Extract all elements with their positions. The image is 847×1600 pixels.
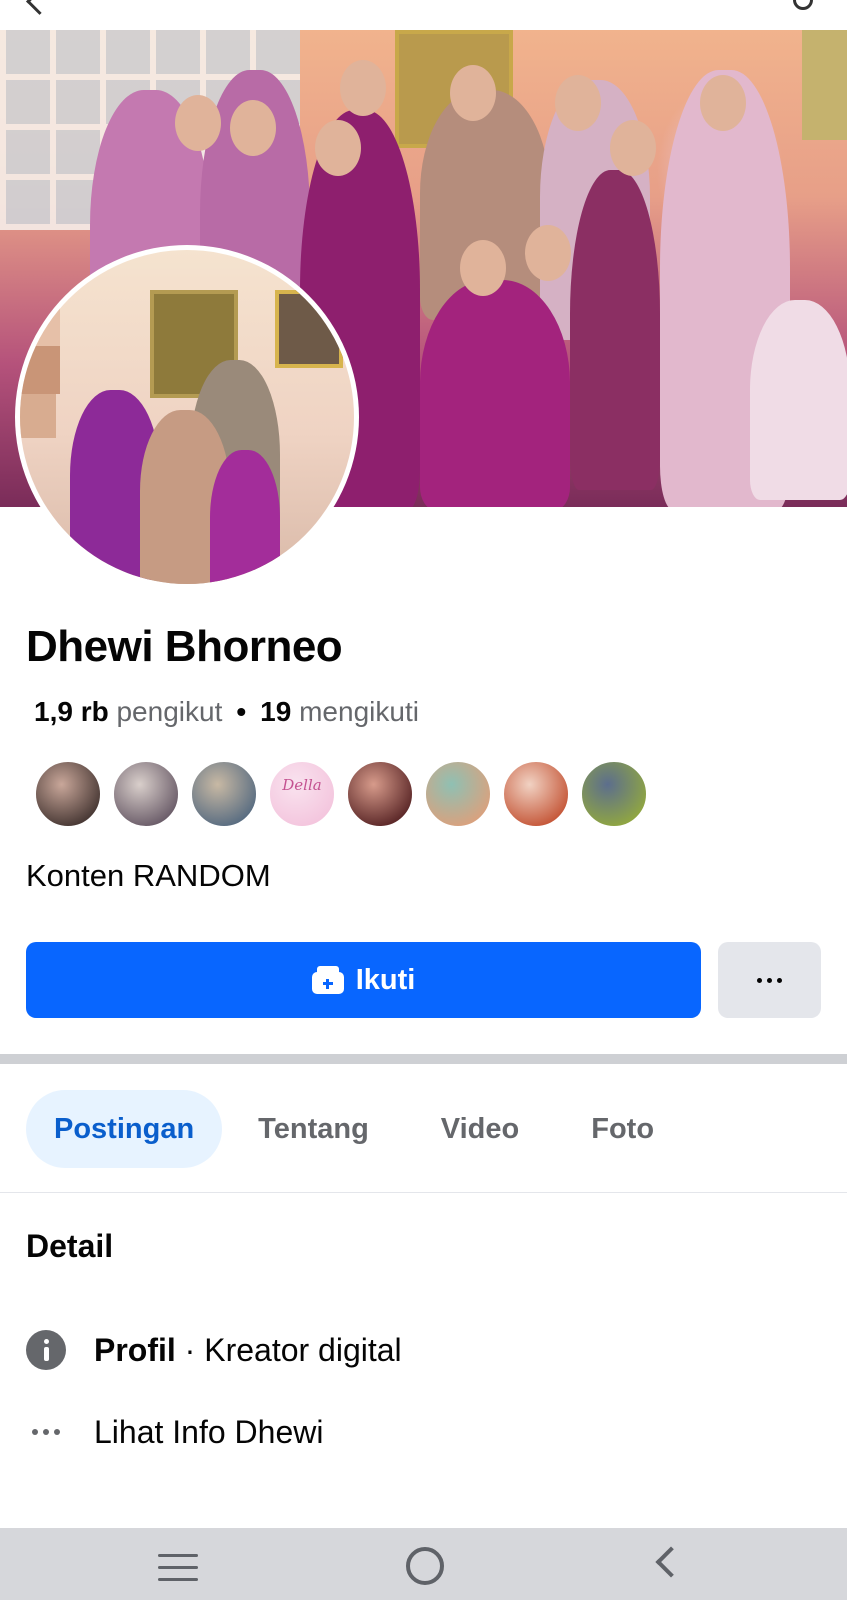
tab-tentang[interactable]: Tentang — [222, 1090, 405, 1168]
cover-wall-frame-right — [802, 30, 847, 140]
follow-button-label: Ikuti — [355, 963, 416, 996]
friend-avatar[interactable] — [346, 760, 414, 828]
profile-category-value: · Kreator digital — [175, 1331, 402, 1368]
search-icon[interactable] — [793, 0, 813, 10]
cover-face — [460, 240, 506, 296]
profile-name: Dhewi Bhorneo — [26, 622, 343, 671]
cover-face — [525, 225, 571, 281]
profile-bio: Konten RANDOM — [26, 858, 271, 893]
friend-avatar[interactable] — [112, 760, 180, 828]
followers-count[interactable]: 1,9 rb — [34, 696, 109, 727]
cover-face — [315, 120, 361, 176]
followers-label[interactable]: pengikut — [116, 696, 222, 727]
section-divider — [0, 1054, 847, 1064]
stats-separator: • — [236, 696, 247, 727]
profile-category-row[interactable]: Profil · Kreator digital — [26, 1330, 402, 1370]
profile-category-label: Profil — [94, 1331, 176, 1368]
profile-picture-image — [20, 250, 354, 584]
profile-picture[interactable] — [15, 245, 359, 589]
tab-video[interactable]: Video — [405, 1090, 555, 1168]
cover-face — [450, 65, 496, 121]
friend-avatar[interactable]: Della — [268, 760, 336, 828]
see-info-link[interactable]: Lihat Info Dhewi — [94, 1414, 323, 1451]
cover-figure — [750, 300, 847, 500]
following-label[interactable]: mengikuti — [299, 696, 419, 727]
cover-face — [230, 100, 276, 156]
recent-apps-icon[interactable] — [158, 1554, 198, 1582]
cover-face — [700, 75, 746, 131]
more-icon-dot — [777, 977, 782, 983]
follow-icon — [311, 966, 344, 994]
more-options-button[interactable] — [718, 942, 821, 1018]
friend-avatar[interactable] — [34, 760, 102, 828]
system-navigation-bar — [0, 1528, 847, 1600]
more-icon-dot — [767, 977, 772, 983]
friend-avatar[interactable] — [424, 760, 492, 828]
info-icon — [26, 1330, 66, 1370]
friend-avatar[interactable] — [580, 760, 648, 828]
cover-figure — [420, 280, 570, 507]
ellipsis-icon — [26, 1412, 66, 1452]
friend-avatar-label: Della — [282, 776, 322, 794]
more-icon — [757, 977, 762, 983]
tabs-separator — [0, 1192, 847, 1193]
avatar-face — [20, 394, 56, 438]
top-app-bar — [0, 0, 847, 31]
back-arrow-icon[interactable] — [26, 0, 53, 15]
see-info-row[interactable]: Lihat Info Dhewi — [26, 1412, 323, 1452]
profile-tabs: Postingan Tentang Video Foto — [26, 1090, 690, 1168]
avatar-figure — [210, 450, 280, 584]
cover-face — [175, 95, 221, 151]
avatar-face — [20, 346, 60, 394]
friend-avatar[interactable] — [190, 760, 258, 828]
cover-face — [340, 60, 386, 116]
detail-heading: Detail — [26, 1228, 114, 1264]
mutual-friends-row: Della — [34, 760, 648, 828]
friend-avatar[interactable] — [502, 760, 570, 828]
profile-category-text: Profil · Kreator digital — [94, 1332, 402, 1369]
following-count[interactable]: 19 — [260, 696, 291, 727]
follow-stats: 1,9 rb pengikut • 19 mengikuti — [34, 696, 419, 728]
cover-figure — [570, 170, 660, 490]
avatar-wall-picture — [275, 290, 343, 368]
cover-face — [555, 75, 601, 131]
tab-foto[interactable]: Foto — [555, 1090, 690, 1168]
back-icon[interactable] — [655, 1546, 687, 1578]
home-icon[interactable] — [406, 1547, 444, 1585]
cover-face — [610, 120, 656, 176]
tab-postingan[interactable]: Postingan — [26, 1090, 223, 1168]
follow-button[interactable]: Ikuti — [26, 942, 701, 1018]
